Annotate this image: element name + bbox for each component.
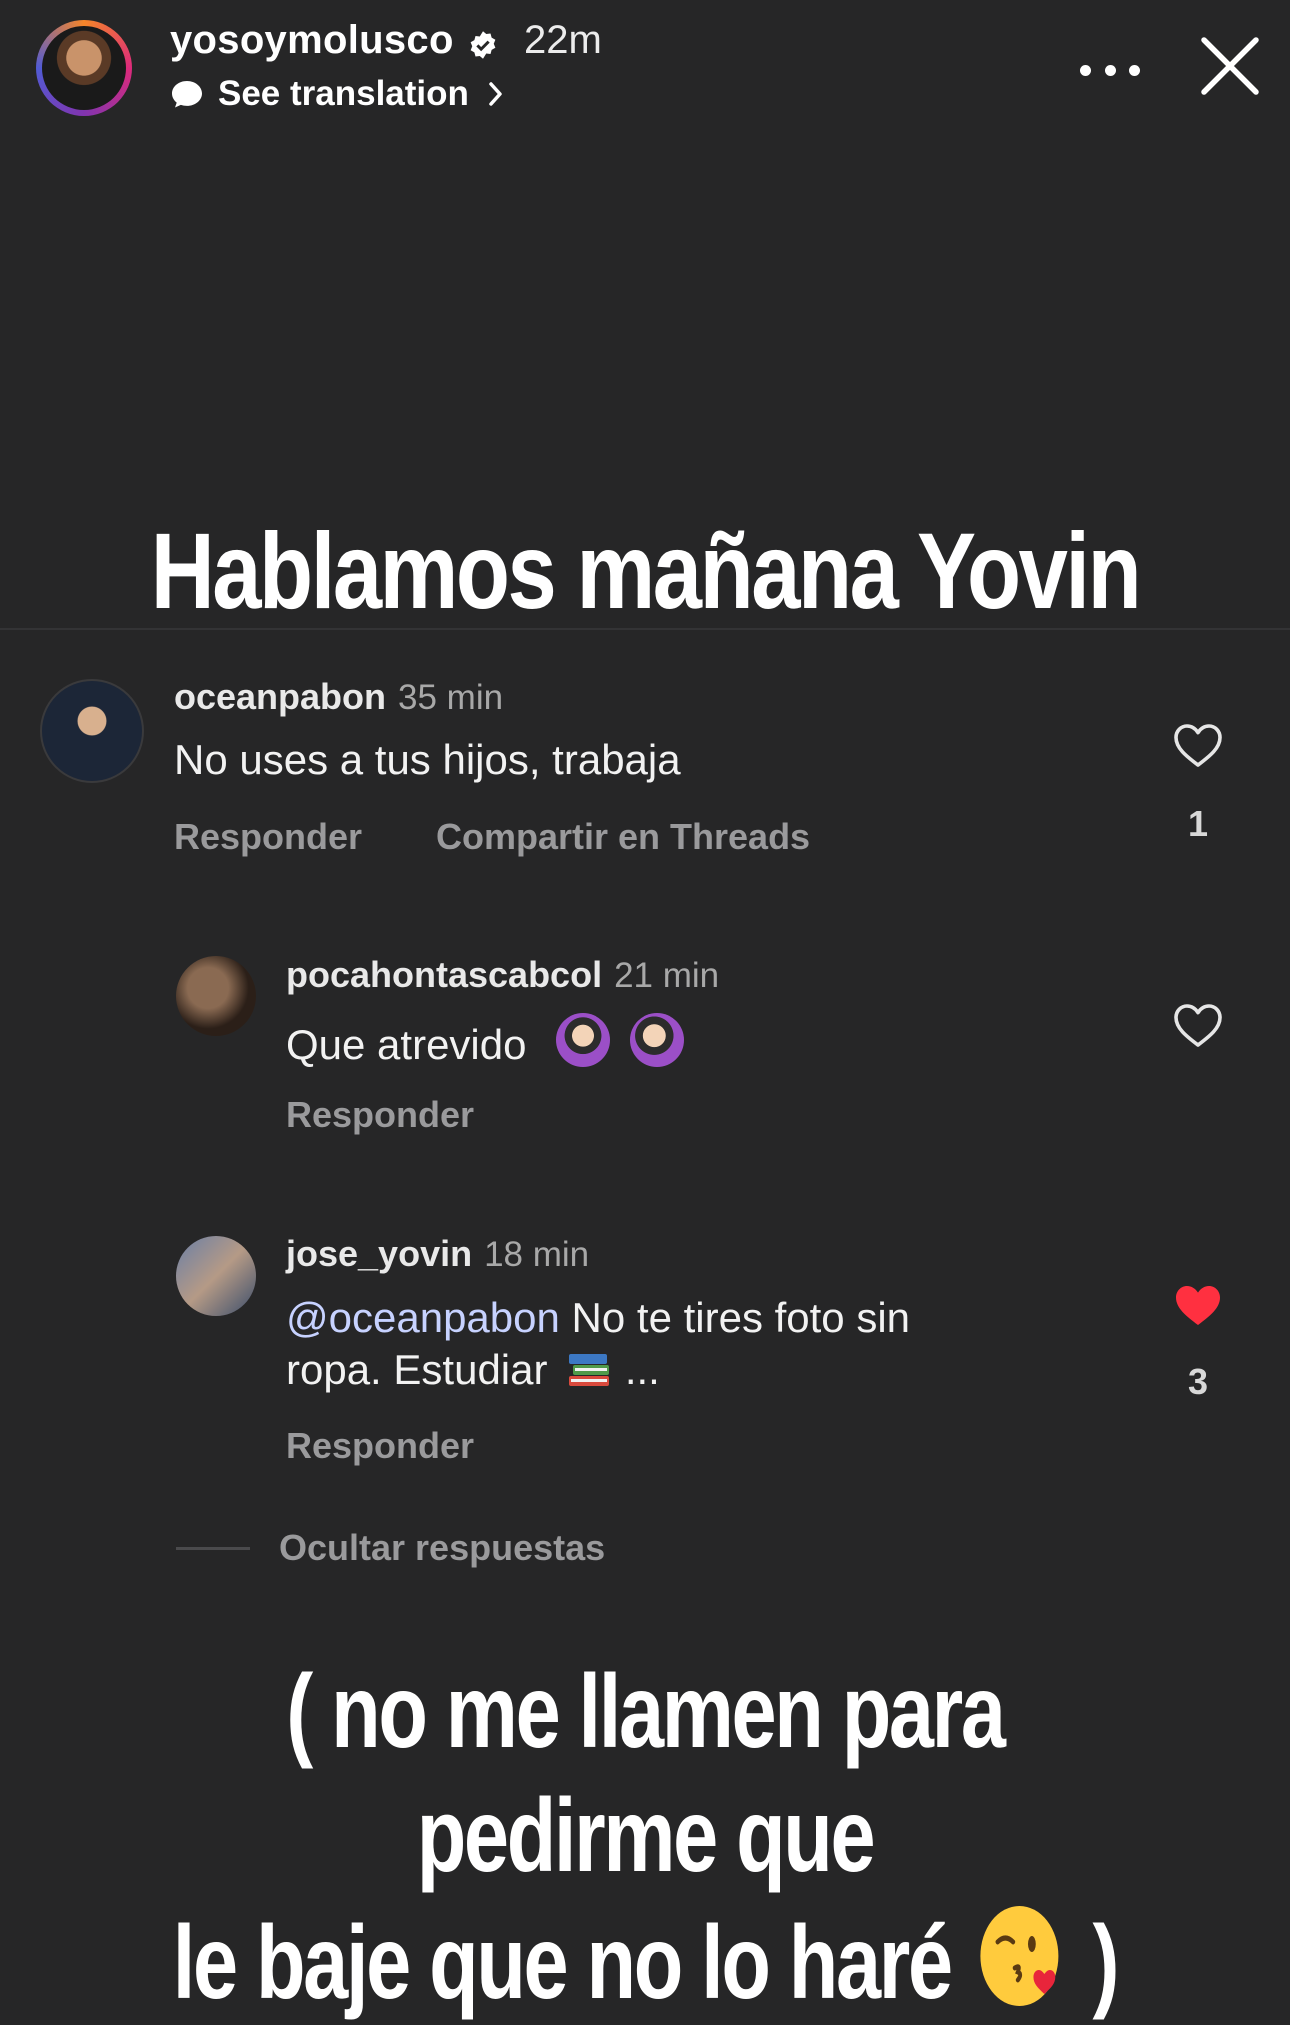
more-dot-icon bbox=[1104, 64, 1116, 76]
story-avatar[interactable] bbox=[36, 20, 132, 116]
more-options-button[interactable] bbox=[1080, 52, 1140, 88]
chevron-right-icon bbox=[489, 82, 502, 106]
comment-time: 21 min bbox=[614, 956, 720, 995]
verified-badge-icon bbox=[470, 31, 496, 59]
heart-icon[interactable] bbox=[1172, 722, 1224, 770]
reply-button[interactable]: Responder bbox=[286, 1094, 474, 1136]
comment-username[interactable]: jose_yovin bbox=[286, 1233, 472, 1274]
caption-line1: ( no me llamen para pedirme que bbox=[286, 1654, 1006, 1894]
comment-text-line1: No te tires foto sin bbox=[571, 1294, 911, 1341]
kissing-face-with-heart-emoji bbox=[980, 1906, 1059, 2006]
like-count: 1 bbox=[1187, 803, 1209, 844]
comment-text-line2: ropa. Estudiar bbox=[286, 1346, 548, 1393]
hide-replies-line bbox=[176, 1547, 250, 1550]
woman-facepalming-emoji bbox=[629, 1013, 684, 1067]
more-dot-icon bbox=[1129, 64, 1140, 76]
see-translation-link[interactable]: See translation bbox=[170, 72, 505, 116]
caption-closing-paren: ) bbox=[1092, 1905, 1120, 2021]
avatar-pocahontascabcol[interactable] bbox=[176, 956, 256, 1036]
comment-text: No uses a tus hijos, trabaja bbox=[174, 736, 681, 783]
comment-more-ellipsis[interactable]: ... bbox=[625, 1346, 660, 1393]
mention-link[interactable]: @oceanpabon bbox=[286, 1294, 560, 1341]
like-count: 3 bbox=[1187, 1361, 1209, 1402]
heart-filled-icon[interactable] bbox=[1172, 1282, 1224, 1330]
divider bbox=[0, 628, 1290, 630]
comment-time: 35 min bbox=[398, 678, 504, 717]
comment-text: Que atrevido bbox=[286, 1021, 527, 1068]
comment-time: 18 min bbox=[484, 1235, 590, 1274]
hide-replies-button[interactable]: Ocultar respuestas bbox=[279, 1527, 605, 1569]
comment-text-row: Que atrevido bbox=[286, 1013, 684, 1071]
comment-text: @oceanpabon No te tires foto sin ropa. E… bbox=[286, 1292, 1046, 1396]
avatar-jose_yovin[interactable] bbox=[176, 1236, 256, 1316]
books-emoji bbox=[569, 1354, 610, 1386]
caption-line2: le baje que no lo haré bbox=[172, 1905, 953, 2021]
translation-bubble-icon bbox=[172, 81, 202, 108]
comment-header: pocahontascabcol 21 min bbox=[286, 954, 719, 996]
comment-username[interactable]: oceanpabon bbox=[174, 676, 386, 717]
comment-header: jose_yovin 18 min bbox=[286, 1233, 589, 1275]
heart-icon[interactable] bbox=[1172, 1002, 1224, 1050]
share-threads-button[interactable]: Compartir en Threads bbox=[436, 816, 810, 858]
see-translation-label: See translation bbox=[218, 74, 469, 113]
more-dot-icon bbox=[1080, 64, 1091, 76]
reply-button[interactable]: Responder bbox=[174, 816, 362, 858]
woman-gesturing-ok-emoji bbox=[556, 1013, 611, 1067]
comment-header: oceanpabon 35 min bbox=[174, 676, 503, 718]
close-icon[interactable] bbox=[1198, 34, 1262, 98]
story-caption: ( no me llamen para pedirme que le baje … bbox=[142, 1650, 1148, 2025]
story-username[interactable]: yosoymolusco bbox=[170, 18, 454, 63]
story-headline: Hablamos mañana Yovin bbox=[150, 510, 1142, 631]
comment-username[interactable]: pocahontascabcol bbox=[286, 954, 602, 995]
avatar-oceanpabon[interactable] bbox=[40, 679, 144, 783]
story-time: 22m bbox=[524, 18, 602, 62]
reply-button[interactable]: Responder bbox=[286, 1425, 474, 1467]
